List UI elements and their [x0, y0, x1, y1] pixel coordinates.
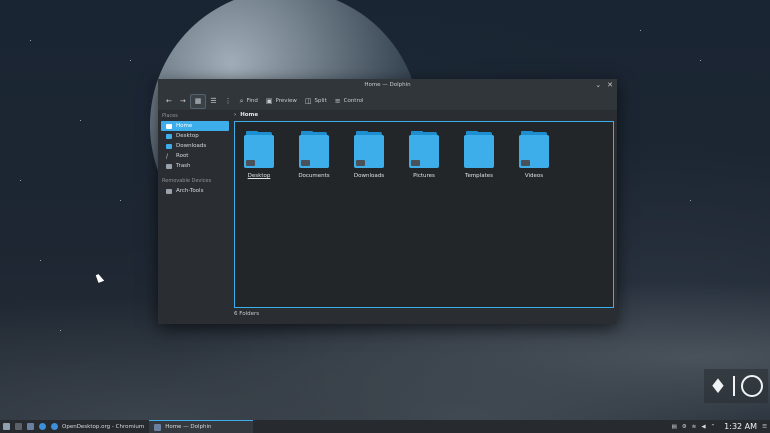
details-view-button[interactable]: ☰: [206, 95, 220, 108]
volume-icon[interactable]: ◀: [701, 424, 705, 430]
home-icon: [166, 123, 172, 129]
chromium-icon: [51, 423, 58, 430]
sidebar-item-label: Home: [176, 123, 193, 129]
folder-label: Videos: [524, 173, 544, 179]
sidebar-item-label: Desktop: [176, 133, 199, 139]
control-button[interactable]: ≡ Control: [331, 95, 368, 108]
files-icon[interactable]: [27, 423, 34, 430]
places-panel: Places Home Desktop Downloads / Root Tra…: [158, 110, 232, 324]
split-label: Split: [314, 98, 327, 104]
sidebar-item-home[interactable]: Home: [161, 121, 229, 131]
folder-item-videos[interactable]: Videos: [518, 131, 550, 179]
folder-templates-icon: [464, 131, 494, 168]
folder-label: Desktop: [247, 173, 271, 179]
drive-icon: [166, 188, 172, 194]
sidebar-item-label: Root: [176, 153, 189, 159]
find-label: Find: [246, 98, 258, 104]
search-icon: ⌕: [239, 96, 244, 105]
folder-label: Pictures: [413, 173, 435, 179]
places-title: Places: [162, 113, 178, 119]
ring-icon: [740, 375, 763, 397]
sidebar-item-label: Trash: [176, 163, 191, 169]
sidebar-item-trash[interactable]: Trash: [161, 161, 229, 171]
show-desktop-icon[interactable]: ☰: [762, 424, 767, 430]
grid-view-icon: ▦: [194, 97, 202, 105]
arrow-left-icon: ←: [166, 97, 172, 105]
toolbar: ← → ▦ ☰ ⋮ ⌕ Find ▣ Preview ◫ Split ≡ Con…: [158, 92, 617, 110]
terminal-icon[interactable]: [15, 423, 22, 430]
folder-item-desktop[interactable]: Desktop: [243, 131, 275, 179]
sidebar-item-root[interactable]: / Root: [161, 151, 229, 161]
chevron-right-icon[interactable]: ›: [234, 112, 236, 118]
desktop-logo: ♦: [704, 369, 768, 403]
folder-label: Downloads: [353, 173, 385, 179]
system-tray: ▤ ⚙ ≋ ◀ ⌃ 1:32 AM ☰: [672, 420, 767, 433]
folder-pictures-icon: [409, 131, 439, 168]
find-button[interactable]: ⌕ Find: [236, 95, 262, 108]
status-bar: 6 Folders: [234, 311, 260, 317]
control-label: Control: [343, 98, 364, 104]
network-icon[interactable]: ≋: [692, 424, 697, 430]
folder-label: Templates: [465, 173, 493, 179]
folder-desktop-icon: [244, 131, 274, 168]
sidebar-item-label: Arch-Tools: [176, 188, 204, 194]
menu-icon: ≡: [334, 97, 341, 105]
tree-view-button[interactable]: ⋮: [221, 95, 236, 108]
breadcrumb: › Home: [234, 110, 258, 120]
task-label: OpenDesktop.org - Chromium: [62, 423, 145, 430]
forward-button[interactable]: →: [176, 95, 190, 108]
breadcrumb-home[interactable]: Home: [240, 112, 258, 118]
split-icon: ◫: [304, 97, 312, 105]
clock[interactable]: 1:32 AM: [724, 422, 757, 431]
split-button[interactable]: ◫ Split: [301, 95, 331, 108]
expand-tray-icon[interactable]: ⌃: [711, 424, 716, 430]
removable-devices-title: Removable Devices: [162, 178, 212, 184]
window-title: Home — Dolphin: [364, 82, 411, 88]
folder-item-templates[interactable]: Templates: [463, 131, 495, 179]
file-view[interactable]: Desktop Documents Downloads Pictures Tem…: [234, 121, 614, 308]
task-label: Home — Dolphin: [165, 424, 212, 430]
folder-item-pictures[interactable]: Pictures: [408, 131, 440, 179]
dolphin-icon: [154, 423, 162, 431]
sidebar-item-arch-tools[interactable]: Arch-Tools: [161, 186, 229, 196]
icons-view-button[interactable]: ▦: [189, 93, 207, 109]
preview-icon: ▣: [265, 97, 273, 105]
folder-downloads-icon: [354, 131, 384, 168]
root-icon: /: [166, 152, 169, 160]
folder-item-downloads[interactable]: Downloads: [353, 131, 385, 179]
sidebar-item-downloads[interactable]: Downloads: [161, 141, 229, 151]
clipboard-icon[interactable]: ▤: [672, 424, 677, 430]
trash-icon: [166, 163, 172, 169]
downloads-icon: [166, 143, 172, 149]
arrow-right-icon: →: [179, 97, 186, 105]
tree-view-icon: ⋮: [224, 97, 232, 105]
folder-videos-icon: [519, 131, 549, 168]
task-chromium[interactable]: OpenDesktop.org - Chromium: [46, 420, 149, 433]
taskbar: OpenDesktop.org - Chromium Home — Dolphi…: [0, 420, 770, 433]
window-titlebar[interactable]: Home — Dolphin ⌄ ✕: [158, 79, 617, 92]
dolphin-window: Home — Dolphin ⌄ ✕ ← → ▦ ☰ ⋮ ⌕ Find ▣ Pr…: [158, 79, 617, 324]
minimize-icon[interactable]: ⌄: [595, 79, 601, 92]
folder-item-documents[interactable]: Documents: [298, 131, 330, 179]
sidebar-item-desktop[interactable]: Desktop: [161, 131, 229, 141]
back-button[interactable]: ←: [162, 95, 176, 108]
close-icon[interactable]: ✕: [607, 79, 613, 92]
task-dolphin[interactable]: Home — Dolphin: [149, 420, 254, 433]
folder-label: Documents: [298, 173, 330, 179]
drop-icon: ♦: [709, 374, 727, 398]
sidebar-item-label: Downloads: [176, 143, 207, 149]
folder-documents-icon: [299, 131, 329, 168]
list-view-icon: ☰: [210, 97, 217, 105]
preview-button[interactable]: ▣ Preview: [262, 95, 301, 108]
browser-icon[interactable]: [39, 423, 46, 430]
desktop-icon: [166, 133, 172, 139]
launcher-icon[interactable]: [3, 423, 10, 430]
updates-icon[interactable]: ⚙: [682, 424, 687, 430]
preview-label: Preview: [275, 98, 297, 104]
